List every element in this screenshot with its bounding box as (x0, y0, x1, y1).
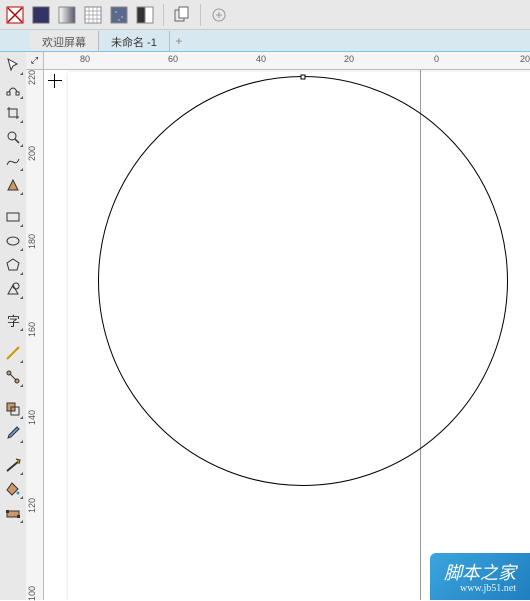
ruler-h-tick: 80 (80, 54, 90, 64)
toolbox: 字 (0, 52, 26, 600)
shape-tool-icon[interactable] (2, 78, 24, 100)
tab-add-icon[interactable]: + (170, 31, 188, 51)
fountain-fill-swatch[interactable] (56, 4, 78, 26)
top-toolbar (0, 0, 530, 30)
cursor-crosshair-icon (48, 74, 62, 88)
ruler-v-tick: 120 (27, 498, 37, 513)
tab-document[interactable]: 未命名 -1 (99, 31, 170, 51)
ruler-h-tick: 0 (434, 54, 439, 64)
outline-tool-icon[interactable] (2, 454, 24, 476)
dimension-tool-icon[interactable] (2, 342, 24, 364)
rectangle-tool-icon[interactable] (2, 206, 24, 228)
ruler-v-tick: 140 (27, 410, 37, 425)
add-icon[interactable] (208, 4, 230, 26)
watermark-title: 脚本之家 (444, 563, 516, 583)
basic-shapes-tool-icon[interactable] (2, 278, 24, 300)
toolbar-divider (163, 4, 164, 26)
polygon-tool-icon[interactable] (2, 254, 24, 276)
watermark: 脚本之家 www.jb51.net (430, 553, 530, 600)
solid-fill-swatch[interactable] (30, 4, 52, 26)
eyedropper-tool-icon[interactable] (2, 422, 24, 444)
ruler-vertical[interactable]: 220 200 180 160 140 120 100 (26, 70, 44, 600)
no-fill-swatch[interactable] (4, 4, 26, 26)
ruler-v-tick: 200 (27, 146, 37, 161)
connector-tool-icon[interactable] (2, 366, 24, 388)
ellipse-object[interactable] (98, 76, 508, 486)
ruler-h-tick: 40 (256, 54, 266, 64)
ruler-origin-icon[interactable]: ⤢ (26, 52, 44, 70)
freehand-tool-icon[interactable] (2, 150, 24, 172)
fill-tool-icon[interactable] (2, 478, 24, 500)
texture-fill-swatch[interactable] (108, 4, 130, 26)
ellipse-node[interactable] (301, 75, 306, 80)
ruler-horizontal[interactable]: 80 60 40 20 0 20 (44, 52, 530, 70)
ruler-h-tick: 60 (168, 54, 178, 64)
canvas[interactable] (44, 70, 530, 600)
pick-tool-icon[interactable] (2, 54, 24, 76)
pattern-fill-swatch[interactable] (82, 4, 104, 26)
copy-fill-icon[interactable] (171, 4, 193, 26)
zoom-tool-icon[interactable] (2, 126, 24, 148)
crop-tool-icon[interactable] (2, 102, 24, 124)
toolbar-divider (200, 4, 201, 26)
tab-welcome[interactable]: 欢迎屏幕 (30, 31, 99, 51)
ruler-h-tick: 20 (520, 54, 530, 64)
ruler-h-tick: 20 (344, 54, 354, 64)
postscript-fill-swatch[interactable] (134, 4, 156, 26)
ellipse-tool-icon[interactable] (2, 230, 24, 252)
smart-fill-tool-icon[interactable] (2, 174, 24, 196)
ruler-v-tick: 100 (27, 586, 37, 601)
svg-text:字: 字 (7, 314, 20, 329)
interactive-fill-tool-icon[interactable] (2, 502, 24, 524)
text-tool-icon[interactable]: 字 (2, 310, 24, 332)
watermark-url: www.jb51.net (444, 583, 516, 594)
document-tabs: 欢迎屏幕 未命名 -1 + (0, 30, 530, 52)
ruler-v-tick: 180 (27, 234, 37, 249)
workspace: ⤢ 80 60 40 20 0 20 220 200 180 160 140 1… (26, 52, 530, 600)
ruler-v-tick: 160 (27, 322, 37, 337)
effects-tool-icon[interactable] (2, 398, 24, 420)
ruler-v-tick: 220 (27, 70, 37, 85)
